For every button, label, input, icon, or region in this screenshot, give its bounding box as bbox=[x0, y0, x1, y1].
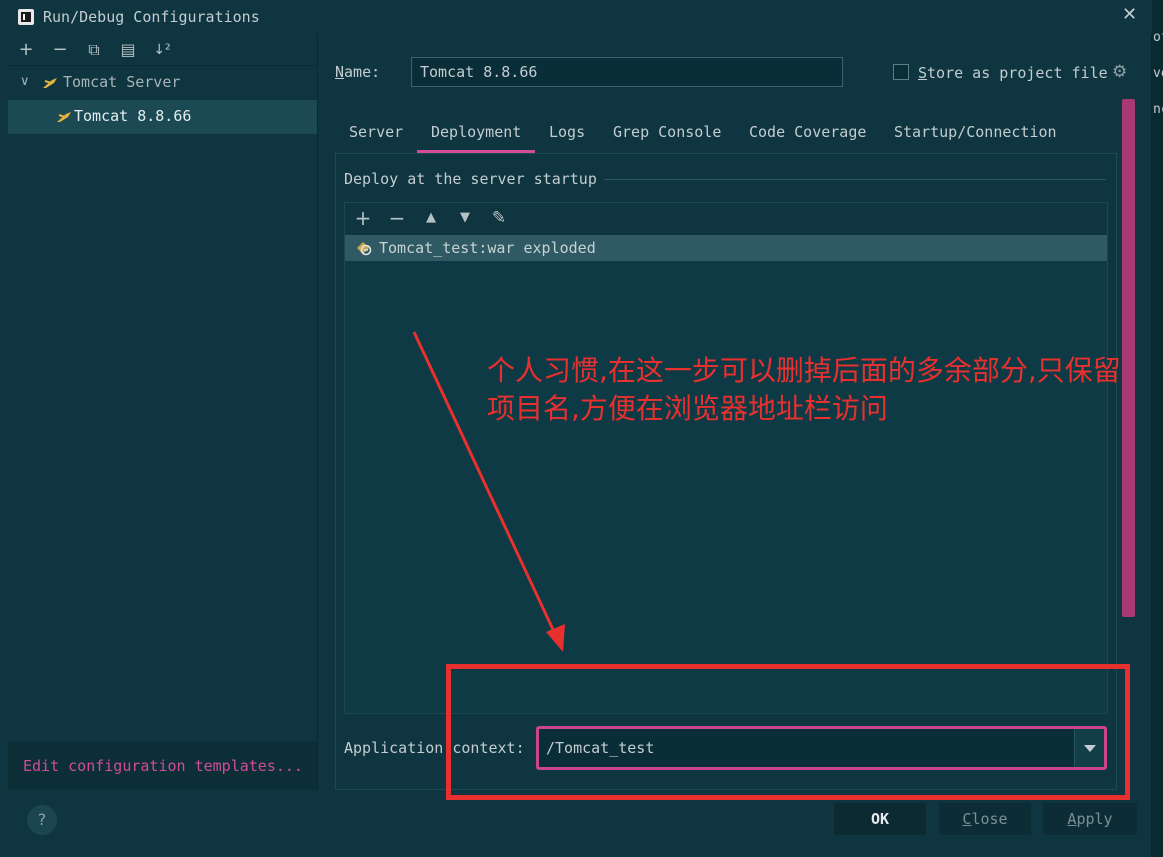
name-label-rest: ame: bbox=[344, 63, 381, 81]
apply-label-rest: pply bbox=[1076, 810, 1113, 828]
intellij-icon bbox=[18, 9, 34, 25]
tree-item-label: Tomcat 8.8.66 bbox=[74, 107, 192, 125]
tab-logs[interactable]: Logs bbox=[549, 123, 585, 141]
tab-server[interactable]: Server bbox=[349, 123, 403, 141]
annotation-highlight-box bbox=[446, 664, 1130, 800]
dialog-title: Run/Debug Configurations bbox=[43, 8, 260, 26]
move-down-icon[interactable]: ▼ bbox=[453, 206, 477, 230]
background-text: of bbox=[1153, 30, 1163, 45]
folder-icon[interactable]: ▤ bbox=[116, 38, 140, 62]
tab-startup-connection[interactable]: Startup/Connection bbox=[894, 123, 1057, 141]
annotation-text: 个人习惯,在这一步可以删掉后面的多余部分,只保留项目名,方便在浏览器地址栏访问 bbox=[487, 354, 1121, 425]
name-input[interactable]: Tomcat 8.8.66 bbox=[411, 57, 843, 87]
tab-code-coverage[interactable]: Code Coverage bbox=[749, 123, 866, 141]
copy-icon[interactable]: ⧉ bbox=[82, 38, 106, 62]
name-label: Name: bbox=[335, 63, 380, 81]
tab-grep-console[interactable]: Grep Console bbox=[613, 123, 721, 141]
store-label-rest: tore as project file bbox=[927, 64, 1108, 82]
name-label-mnemonic: N bbox=[335, 63, 345, 81]
edit-icon[interactable]: ✎ bbox=[487, 206, 511, 230]
artifact-icon bbox=[357, 242, 372, 256]
gear-icon[interactable]: ⚙ bbox=[1112, 62, 1127, 82]
tree-group-tomcat-server[interactable]: ∨ Tomcat Server bbox=[8, 66, 317, 100]
edit-templates-link[interactable]: Edit configuration templates... bbox=[8, 742, 317, 790]
edit-templates-label[interactable]: Edit configuration templates... bbox=[23, 757, 303, 775]
chevron-down-icon[interactable]: ∨ bbox=[20, 74, 30, 89]
section-title: Deploy at the server startup bbox=[344, 170, 597, 188]
section-divider bbox=[604, 179, 1106, 180]
ok-button[interactable]: OK bbox=[834, 803, 926, 835]
add-icon[interactable]: + bbox=[351, 206, 375, 230]
sidebar-toolbar: + − ⧉ ▤ ↓² bbox=[8, 34, 317, 66]
tomcat-icon bbox=[43, 78, 57, 88]
remove-icon[interactable]: − bbox=[385, 206, 409, 230]
deployment-toolbar: + − ▲ ▼ ✎ bbox=[345, 203, 1107, 235]
close-label-rest: lose bbox=[971, 810, 1008, 828]
configurations-sidebar: + − ⧉ ▤ ↓² ∨ Tomcat Server Tomcat 8.8.66… bbox=[8, 34, 317, 790]
background-window-edge: of ve nc bbox=[1152, 0, 1163, 857]
sort-icon[interactable]: ↓² bbox=[150, 38, 174, 62]
tomcat-icon bbox=[57, 112, 71, 122]
move-up-icon[interactable]: ▲ bbox=[419, 206, 443, 230]
background-text: ve bbox=[1153, 66, 1163, 81]
store-as-project-file-checkbox[interactable] bbox=[893, 64, 909, 80]
help-button[interactable]: ? bbox=[27, 805, 57, 835]
background-text: nc bbox=[1153, 102, 1163, 117]
store-label-mnemonic: S bbox=[918, 64, 928, 82]
apply-button[interactable]: Apply bbox=[1043, 803, 1137, 835]
close-icon[interactable]: ✕ bbox=[1122, 4, 1137, 25]
panel-divider bbox=[317, 34, 318, 790]
tab-deployment[interactable]: Deployment bbox=[431, 123, 521, 141]
list-item[interactable]: Tomcat_test:war exploded bbox=[345, 235, 1107, 261]
tree-group-label: Tomcat Server bbox=[63, 73, 181, 91]
store-as-project-file-label[interactable]: Store as project file bbox=[918, 64, 1108, 82]
close-button[interactable]: Close bbox=[939, 803, 1031, 835]
add-icon[interactable]: + bbox=[14, 38, 38, 62]
remove-icon[interactable]: − bbox=[48, 38, 72, 62]
deployment-list: + − ▲ ▼ ✎ Tomcat_test:war exploded bbox=[344, 202, 1108, 714]
title-bar: Run/Debug Configurations ✕ bbox=[0, 0, 1152, 34]
deploy-item-label: Tomcat_test:war exploded bbox=[379, 239, 596, 257]
tree-item-tomcat-8-8-66[interactable]: Tomcat 8.8.66 bbox=[8, 100, 317, 134]
